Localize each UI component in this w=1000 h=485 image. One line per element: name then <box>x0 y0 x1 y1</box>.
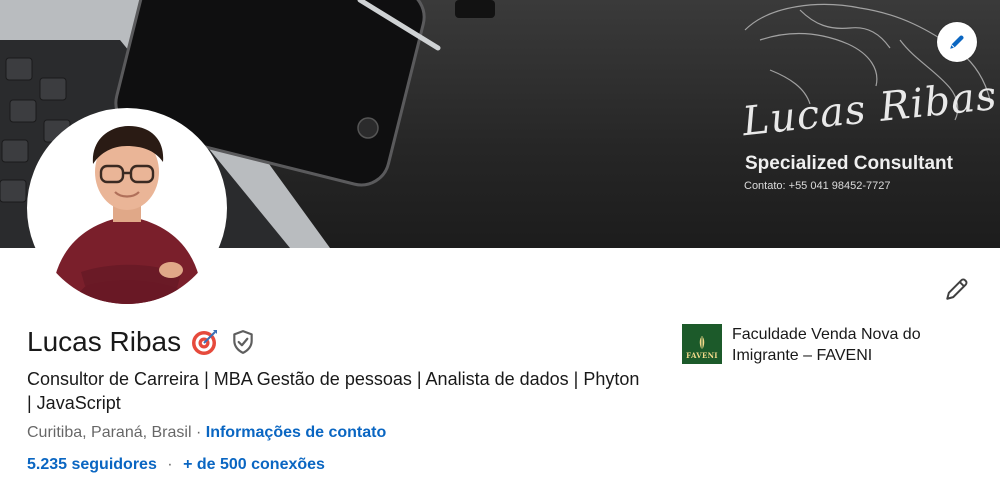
faveni-logo: FAVENI <box>682 324 722 364</box>
profile-name: Lucas Ribas <box>27 326 182 357</box>
location-separator: · <box>195 424 202 441</box>
location-row: Curitiba, Paraná, Brasil · Informações d… <box>27 424 386 442</box>
network-row: 5.235 seguidores · + de 500 conexões <box>27 456 325 474</box>
edit-profile-button[interactable] <box>940 272 974 306</box>
avatar-image <box>31 112 223 304</box>
profile-headline: Consultor de Carreira | MBA Gestão de pe… <box>27 369 640 413</box>
pencil-icon <box>950 35 964 49</box>
laurel-icon <box>699 336 705 350</box>
edu-logo-text: FAVENI <box>686 351 718 360</box>
education-entry[interactable]: FAVENI Faculdade Venda Nova do Imigrante… <box>682 324 982 366</box>
pencil-icon <box>946 278 968 300</box>
network-separator: · <box>167 456 173 473</box>
contact-info-link[interactable]: Informações de contato <box>206 424 386 441</box>
name-row: Lucas Ribas <box>27 326 257 358</box>
profile-location: Curitiba, Paraná, Brasil <box>27 424 192 441</box>
banner-contact: Contato: +55 041 98452-7727 <box>744 180 891 192</box>
profile-photo[interactable] <box>27 108 227 308</box>
target-icon[interactable] <box>191 328 219 356</box>
shield-check-icon[interactable] <box>229 328 257 356</box>
followers-link[interactable]: 5.235 seguidores <box>27 456 157 473</box>
education-name: Faculdade Venda Nova do Imigrante – FAVE… <box>732 326 921 364</box>
banner-tagline: Specialized Consultant <box>745 153 953 174</box>
connections-link[interactable]: + de 500 conexões <box>183 456 325 473</box>
edit-banner-button[interactable] <box>937 22 977 62</box>
